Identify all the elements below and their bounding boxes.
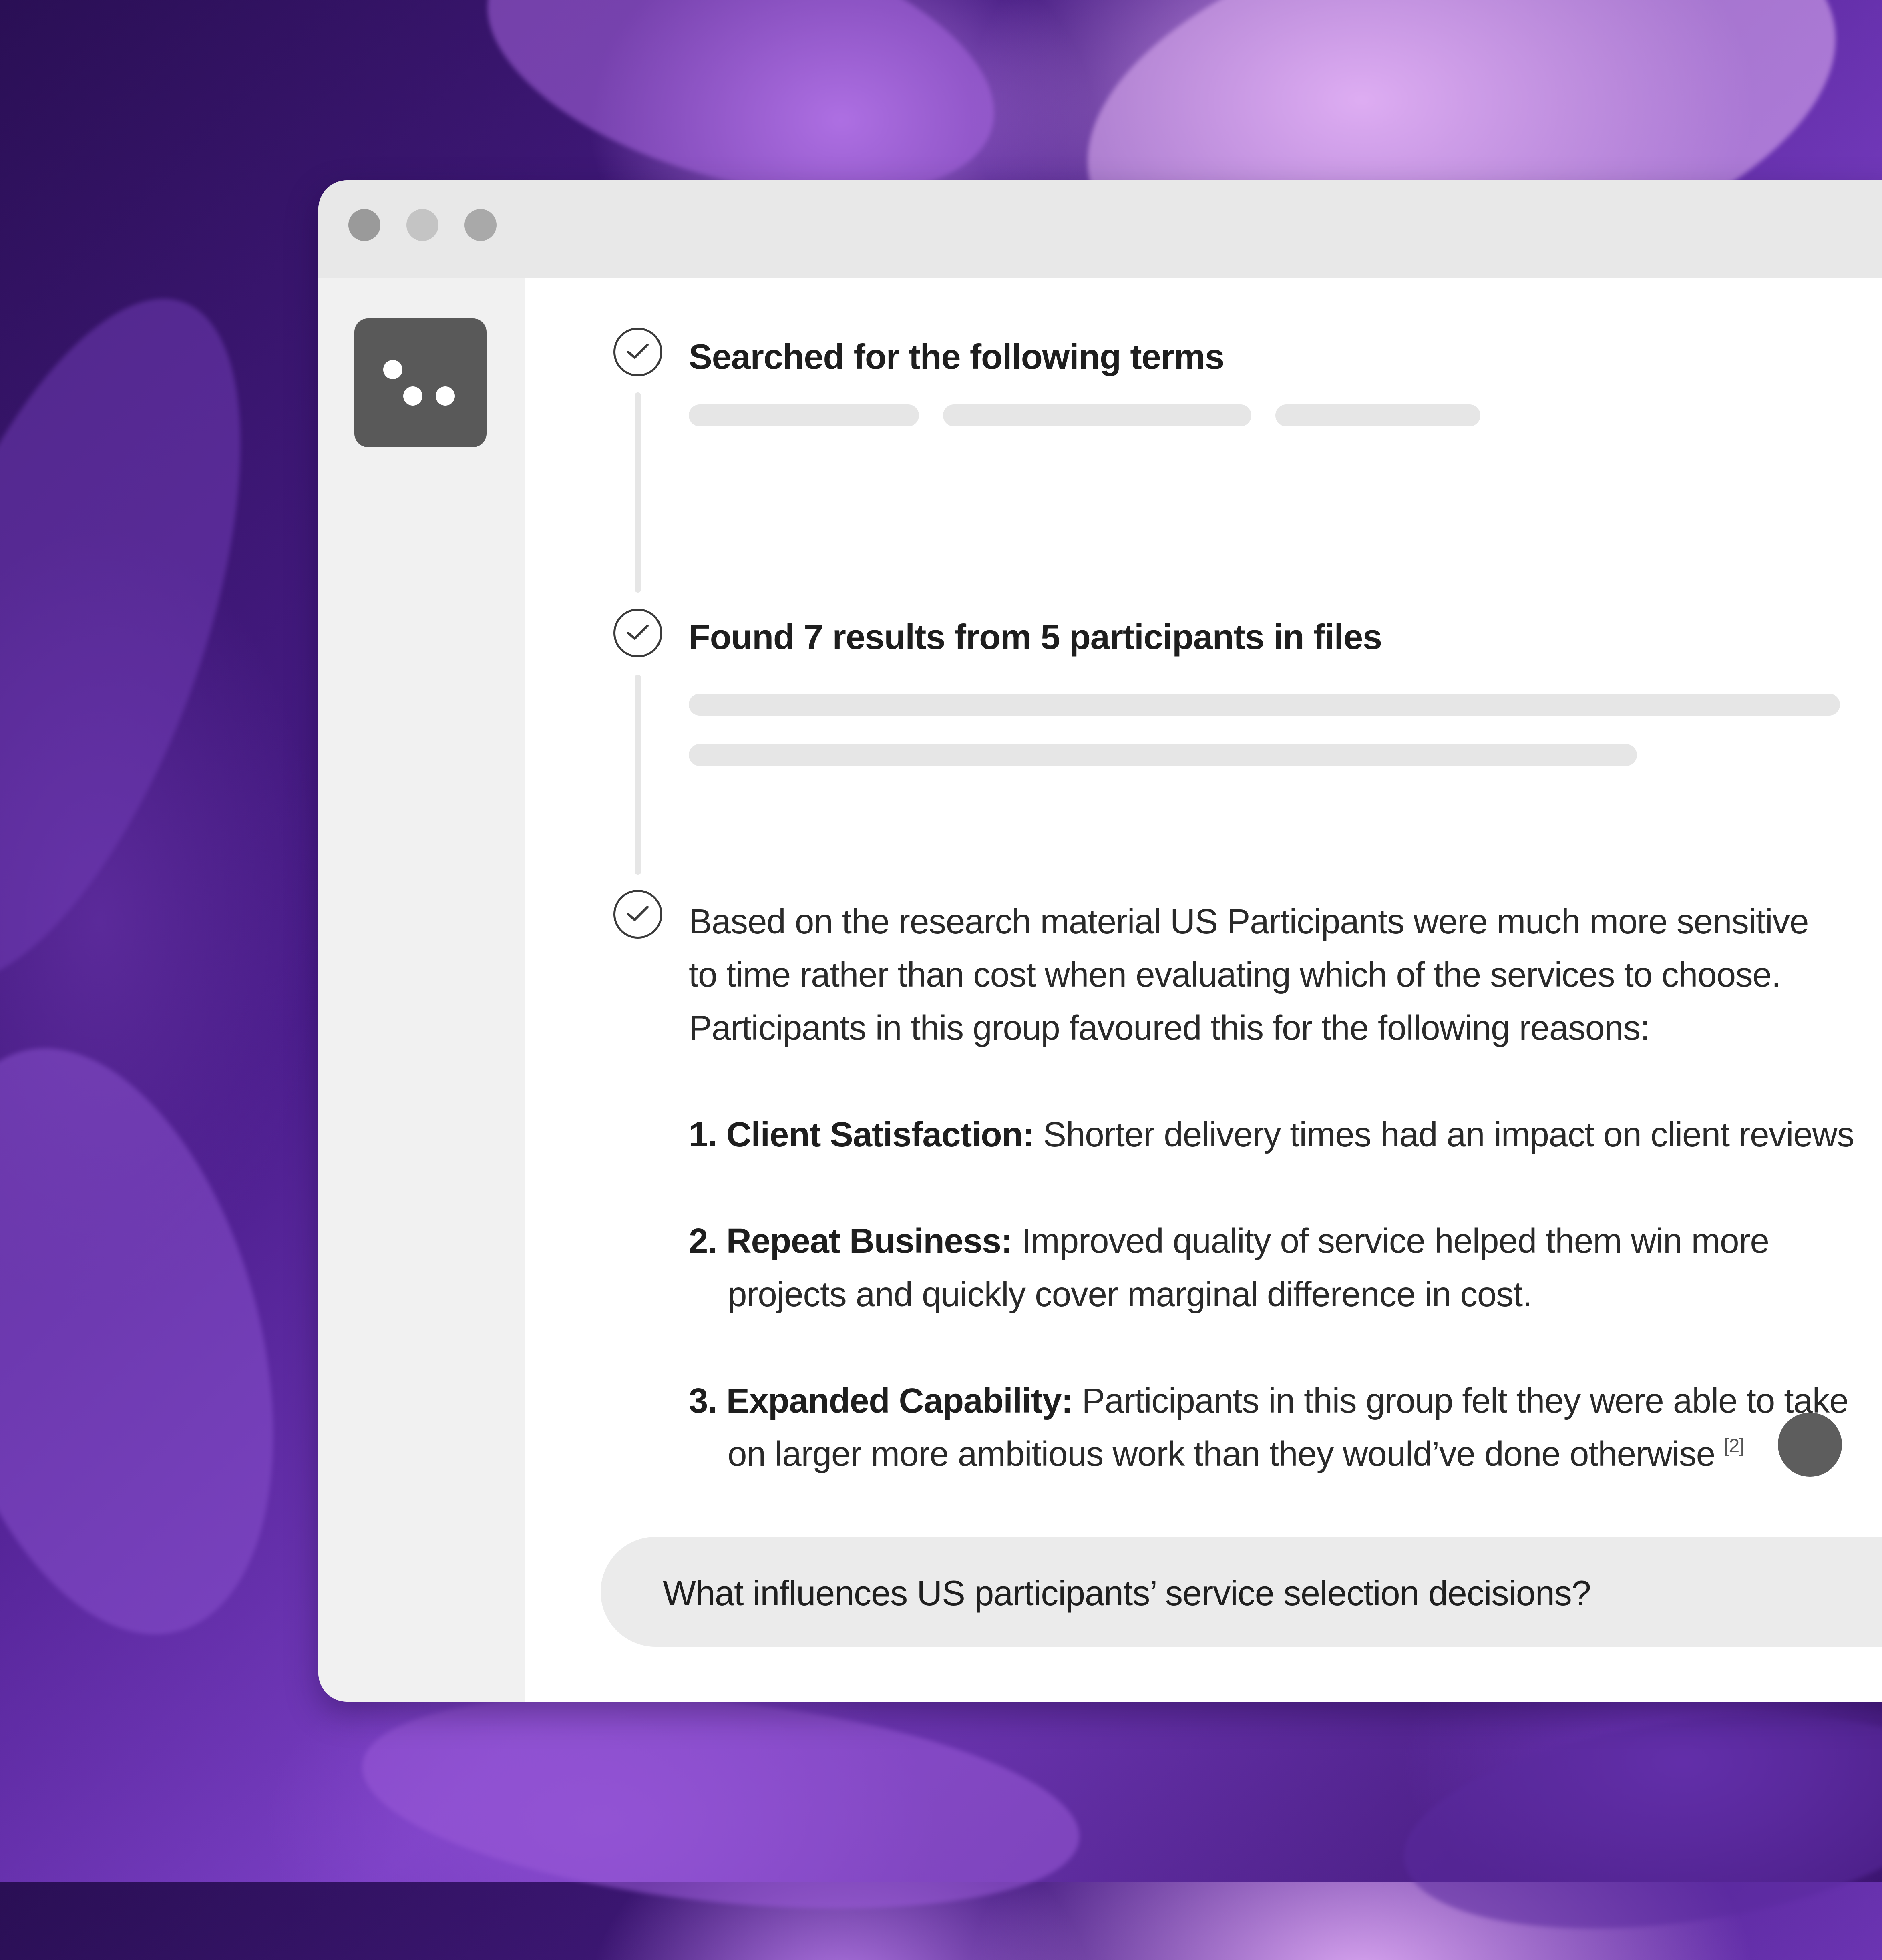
reason-text-continued: projects and quickly cover marginal diff… bbox=[728, 1275, 1532, 1314]
reason-item: 1. Client Satisfaction: Shorter delivery… bbox=[689, 1108, 1882, 1161]
check-circle-icon bbox=[613, 890, 662, 939]
answer-text: Based on the research material US Partic… bbox=[689, 895, 1882, 1481]
result-placeholder bbox=[689, 744, 1637, 766]
reason-text: Shorter delivery times had an impact on … bbox=[1043, 1115, 1854, 1154]
search-term-placeholder bbox=[943, 404, 1251, 426]
reason-item: 2. Repeat Business: Improved quality of … bbox=[689, 1214, 1882, 1321]
chat-input-field[interactable]: What influences US participants’ service… bbox=[601, 1537, 1882, 1647]
search-term-placeholder bbox=[1275, 404, 1480, 426]
timeline-connector bbox=[635, 675, 641, 875]
answer-intro-line: Based on the research material US Partic… bbox=[689, 902, 1809, 941]
window-minimize-button[interactable] bbox=[406, 209, 438, 241]
three-dots-logo-icon[interactable] bbox=[354, 318, 487, 447]
reason-number: 1. bbox=[689, 1115, 718, 1154]
window-close-button[interactable] bbox=[348, 209, 380, 241]
chat-input-text: What influences US participants’ service… bbox=[663, 1573, 1591, 1613]
reason-heading: Expanded Capability: bbox=[726, 1381, 1073, 1420]
reason-item: 3. Expanded Capability: Participants in … bbox=[689, 1374, 1882, 1481]
step-searched-title: Searched for the following terms bbox=[689, 337, 1225, 376]
reason-number: 3. bbox=[689, 1381, 718, 1420]
reason-heading: Client Satisfaction: bbox=[726, 1115, 1034, 1154]
reason-text: Improved quality of service helped them … bbox=[1021, 1222, 1769, 1260]
check-circle-icon bbox=[613, 609, 662, 657]
answer-intro-line: to time rather than cost when evaluating… bbox=[689, 955, 1781, 994]
result-placeholder bbox=[689, 694, 1840, 716]
reason-heading: Repeat Business: bbox=[726, 1222, 1013, 1260]
title-bar bbox=[318, 180, 1882, 278]
reason-text-continued: on larger more ambitious work than they … bbox=[728, 1435, 1715, 1474]
timeline-connector bbox=[635, 392, 641, 593]
mouse-cursor-icon bbox=[1778, 1413, 1842, 1477]
answer-intro-line: Participants in this group favoured this… bbox=[689, 1009, 1650, 1047]
search-term-placeholder bbox=[689, 404, 919, 426]
citation-link[interactable]: [2] bbox=[1724, 1435, 1744, 1457]
reason-number: 2. bbox=[689, 1222, 718, 1260]
sidebar bbox=[318, 278, 525, 1702]
check-circle-icon bbox=[613, 328, 662, 376]
window-zoom-button[interactable] bbox=[464, 209, 497, 241]
step-found-title: Found 7 results from 5 participants in f… bbox=[689, 617, 1382, 657]
reason-text: Participants in this group felt they wer… bbox=[1082, 1381, 1849, 1420]
